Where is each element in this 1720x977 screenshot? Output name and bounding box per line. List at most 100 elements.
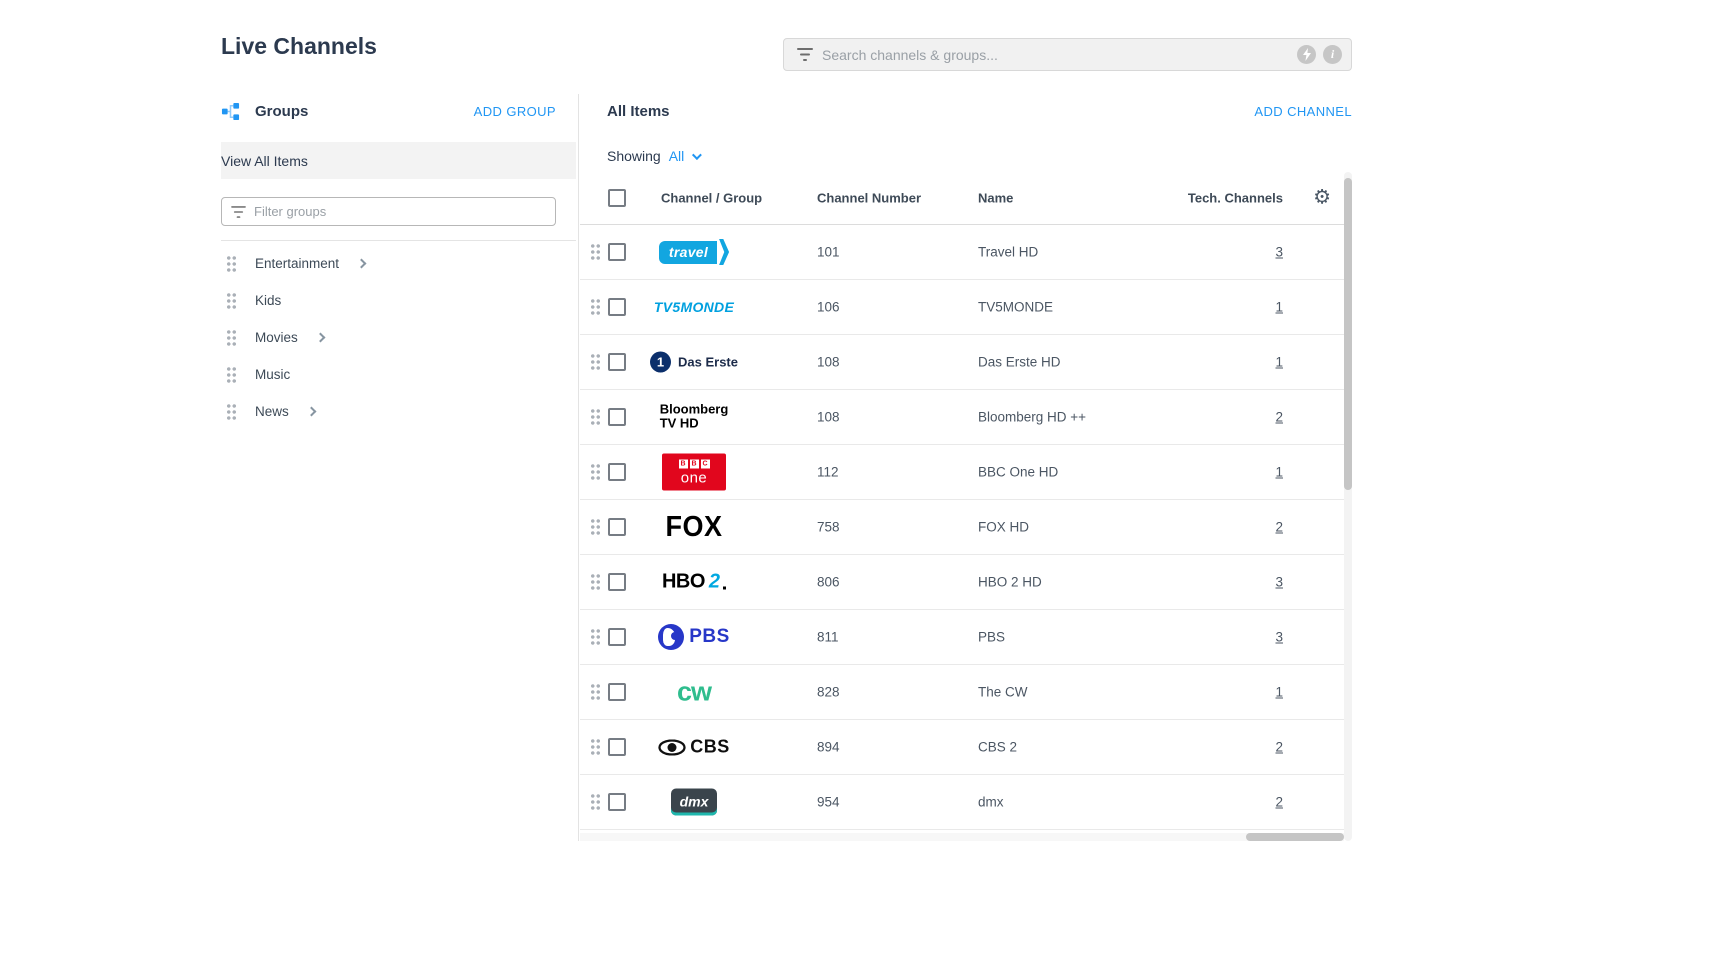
horizontal-scrollbar[interactable] (580, 833, 1344, 841)
drag-handle-icon[interactable] (226, 255, 237, 273)
channel-number: 106 (817, 300, 840, 315)
row-checkbox[interactable] (608, 243, 626, 261)
flash-icon[interactable] (1297, 45, 1316, 64)
tech-channels-link[interactable]: 3 (1275, 575, 1283, 590)
groups-sidebar: Groups ADD GROUP View All Items Entertai… (221, 94, 576, 128)
row-checkbox[interactable] (608, 628, 626, 646)
tech-channels-link[interactable]: 1 (1275, 355, 1283, 370)
table-row[interactable]: HBO2 806 HBO 2 HD 3 (580, 555, 1344, 610)
search-input[interactable] (822, 47, 1290, 63)
settings-gear-icon[interactable] (1313, 188, 1331, 209)
group-item[interactable]: News (221, 393, 576, 430)
showing-filter-dropdown[interactable]: All (669, 148, 685, 164)
global-search[interactable] (783, 38, 1352, 71)
row-checkbox[interactable] (608, 463, 626, 481)
tech-channels-link[interactable]: 3 (1275, 630, 1283, 645)
drag-handle-icon[interactable] (590, 628, 601, 646)
group-item[interactable]: Kids (221, 282, 576, 319)
cw-logo: cw (677, 677, 711, 708)
table-row[interactable]: travel 101 Travel HD 3 (580, 225, 1344, 280)
drag-handle-icon[interactable] (590, 683, 601, 701)
row-checkbox[interactable] (608, 573, 626, 591)
channel-number: 112 (817, 465, 839, 480)
channel-logo: BBCone (636, 454, 752, 491)
table-row[interactable]: TV5MONDE 106 TV5MONDE 1 (580, 280, 1344, 335)
channel-logo: HBO2 (636, 571, 752, 594)
channel-number: 811 (817, 630, 839, 645)
tech-channels-link[interactable]: 2 (1275, 410, 1283, 425)
channel-name: CBS 2 (978, 740, 1017, 755)
chevron-right-icon[interactable] (306, 407, 316, 417)
row-checkbox[interactable] (608, 408, 626, 426)
channel-name: BBC One HD (978, 465, 1058, 480)
tech-channels-link[interactable]: 3 (1275, 245, 1283, 260)
drag-handle-icon[interactable] (226, 329, 237, 347)
scrollbar-thumb[interactable] (1246, 833, 1344, 841)
table-row[interactable]: PBS 811 PBS 3 (580, 610, 1344, 665)
pbs-logo: PBS (658, 624, 730, 650)
sidebar-header: Groups ADD GROUP (221, 94, 576, 128)
table-row[interactable]: BBCone 112 BBC One HD 1 (580, 445, 1344, 500)
row-checkbox[interactable] (608, 298, 626, 316)
group-item[interactable]: Music (221, 356, 576, 393)
info-icon[interactable] (1323, 45, 1342, 64)
row-checkbox[interactable] (608, 683, 626, 701)
drag-handle-icon[interactable] (590, 518, 601, 536)
group-item[interactable]: Movies (221, 319, 576, 356)
view-all-items[interactable]: View All Items (221, 142, 576, 179)
channel-logo: BloombergTV HD (636, 403, 752, 432)
channel-name: dmx (978, 795, 1004, 810)
tech-channels-link[interactable]: 2 (1275, 520, 1283, 535)
tech-channels-link[interactable]: 1 (1275, 300, 1283, 315)
group-label: Entertainment (255, 256, 339, 271)
sidebar-title: Groups (255, 103, 308, 120)
tech-channels-link[interactable]: 2 (1275, 795, 1283, 810)
drag-handle-icon[interactable] (590, 353, 601, 371)
tech-channels-link[interactable]: 1 (1275, 685, 1283, 700)
drag-handle-icon[interactable] (590, 463, 601, 481)
drag-handle-icon[interactable] (590, 573, 601, 591)
table-row[interactable]: FOX 758 FOX HD 2 (580, 500, 1344, 555)
channel-number: 894 (817, 740, 840, 755)
row-checkbox[interactable] (608, 353, 626, 371)
chevron-down-icon[interactable] (692, 150, 702, 160)
group-label: Movies (255, 330, 298, 345)
hbo2-logo: HBO2 (662, 571, 726, 594)
table-row[interactable]: CBS 894 CBS 2 2 (580, 720, 1344, 775)
row-checkbox[interactable] (608, 738, 626, 756)
tech-channels-link[interactable]: 2 (1275, 740, 1283, 755)
channel-name: FOX HD (978, 520, 1029, 535)
channel-name: PBS (978, 630, 1005, 645)
table-row[interactable]: 1Das Erste 108 Das Erste HD 1 (580, 335, 1344, 390)
row-checkbox[interactable] (608, 793, 626, 811)
drag-handle-icon[interactable] (226, 403, 237, 421)
chevron-right-icon[interactable] (315, 333, 325, 343)
main-header: All Items ADD CHANNEL (580, 94, 1352, 128)
drag-handle-icon[interactable] (590, 243, 601, 261)
filter-groups-field[interactable] (221, 197, 556, 226)
drag-handle-icon[interactable] (590, 298, 601, 316)
drag-handle-icon[interactable] (226, 292, 237, 310)
row-checkbox[interactable] (608, 518, 626, 536)
channel-logo: PBS (636, 624, 752, 650)
filter-groups-input[interactable] (254, 204, 546, 219)
add-channel-button[interactable]: ADD CHANNEL (1254, 104, 1352, 119)
drag-handle-icon[interactable] (590, 793, 601, 811)
group-item[interactable]: Entertainment (221, 245, 576, 282)
channel-logo: FOX (636, 512, 752, 543)
table-row[interactable]: cw 828 The CW 1 (580, 665, 1344, 720)
filter-icon (231, 206, 246, 218)
drag-handle-icon[interactable] (590, 408, 601, 426)
table-row[interactable]: dmx 954 dmx 2 (580, 775, 1344, 830)
tech-channels-link[interactable]: 1 (1275, 465, 1283, 480)
chevron-right-icon[interactable] (357, 259, 367, 269)
group-label: News (255, 404, 289, 419)
scrollbar-thumb[interactable] (1344, 178, 1352, 490)
groups-icon (221, 102, 240, 121)
select-all-checkbox[interactable] (608, 189, 626, 207)
drag-handle-icon[interactable] (590, 738, 601, 756)
add-group-button[interactable]: ADD GROUP (474, 104, 556, 119)
vertical-scrollbar[interactable] (1344, 172, 1352, 841)
drag-handle-icon[interactable] (226, 366, 237, 384)
table-row[interactable]: BloombergTV HD 108 Bloomberg HD ++ 2 (580, 390, 1344, 445)
